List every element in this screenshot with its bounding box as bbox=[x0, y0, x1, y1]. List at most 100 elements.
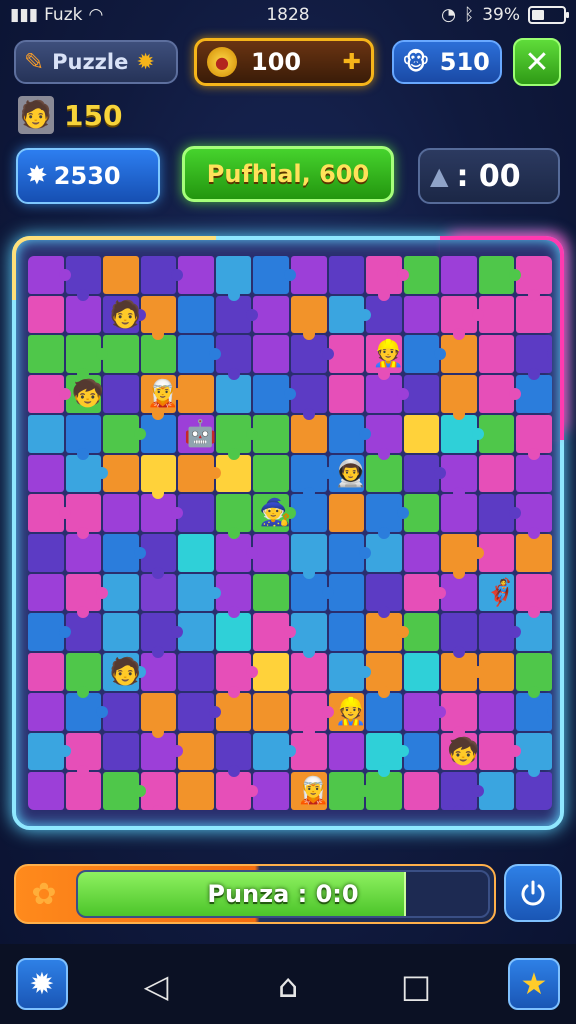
puzzle-piece[interactable] bbox=[253, 613, 296, 652]
puzzle-piece[interactable] bbox=[441, 295, 484, 341]
puzzle-piece[interactable] bbox=[441, 534, 484, 579]
puzzle-piece[interactable] bbox=[403, 772, 440, 810]
puzzle-piece[interactable] bbox=[65, 295, 102, 334]
gems-counter[interactable]: 🐵 510 bbox=[392, 40, 502, 84]
puzzle-piece[interactable] bbox=[366, 732, 409, 777]
puzzle-piece[interactable]: 👷 bbox=[328, 692, 367, 731]
mode-button[interactable]: Pufhial, 600 bbox=[182, 146, 394, 202]
puzzle-piece[interactable] bbox=[291, 335, 334, 374]
puzzle-piece[interactable] bbox=[516, 335, 552, 380]
puzzle-piece[interactable] bbox=[140, 295, 177, 341]
puzzle-piece[interactable] bbox=[215, 256, 252, 301]
puzzle-piece[interactable] bbox=[28, 732, 71, 771]
puzzle-piece[interactable] bbox=[403, 335, 446, 374]
puzzle-piece[interactable] bbox=[441, 494, 477, 532]
puzzle-piece[interactable] bbox=[178, 295, 214, 334]
puzzle-piece[interactable] bbox=[403, 692, 446, 731]
power-button[interactable] bbox=[504, 864, 562, 922]
puzzle-piece[interactable] bbox=[65, 613, 102, 652]
puzzle-piece[interactable] bbox=[215, 375, 252, 413]
puzzle-piece[interactable] bbox=[516, 454, 552, 493]
puzzle-piece[interactable] bbox=[178, 772, 214, 810]
puzzle-piece[interactable] bbox=[103, 732, 139, 771]
puzzle-piece[interactable] bbox=[65, 653, 102, 698]
puzzle-piece[interactable] bbox=[140, 414, 177, 453]
puzzle-piece[interactable] bbox=[140, 573, 177, 612]
puzzle-piece[interactable] bbox=[403, 494, 440, 532]
puzzle-board[interactable]: 🧑 👷 🧒 🧝 🤖 👨‍🚀 🧙 🦸 🧑 👷 🧒 🧝 bbox=[28, 256, 552, 810]
puzzle-piece[interactable] bbox=[28, 375, 71, 413]
puzzle-piece[interactable] bbox=[28, 653, 64, 691]
puzzle-piece[interactable] bbox=[253, 653, 289, 691]
puzzle-piece[interactable] bbox=[478, 335, 515, 374]
puzzle-piece[interactable] bbox=[291, 613, 327, 658]
puzzle-piece[interactable] bbox=[140, 772, 177, 810]
puzzle-piece[interactable] bbox=[328, 375, 365, 413]
puzzle-piece[interactable] bbox=[516, 295, 552, 334]
puzzle-piece[interactable] bbox=[478, 375, 521, 413]
puzzle-piece[interactable]: 🧑 bbox=[103, 295, 146, 334]
puzzle-piece[interactable] bbox=[328, 613, 365, 652]
puzzle-piece[interactable] bbox=[28, 573, 64, 612]
puzzle-piece[interactable] bbox=[253, 295, 289, 334]
puzzle-piece[interactable] bbox=[28, 613, 71, 652]
puzzle-piece[interactable] bbox=[441, 256, 477, 294]
puzzle-piece[interactable] bbox=[178, 256, 214, 294]
puzzle-piece[interactable] bbox=[291, 534, 327, 579]
puzzle-piece[interactable] bbox=[65, 494, 102, 539]
puzzle-piece[interactable] bbox=[366, 534, 402, 572]
puzzle-piece[interactable] bbox=[366, 613, 409, 652]
puzzle-piece[interactable] bbox=[403, 414, 440, 453]
puzzle-piece[interactable] bbox=[291, 692, 334, 738]
puzzle-piece[interactable]: 🤖 bbox=[178, 414, 217, 453]
coins-counter[interactable]: ● 100 ✚ bbox=[194, 38, 374, 86]
puzzle-piece[interactable] bbox=[103, 494, 139, 532]
puzzle-piece[interactable] bbox=[328, 335, 365, 374]
settings-button[interactable]: ✹ bbox=[16, 958, 68, 1010]
puzzle-piece[interactable] bbox=[178, 534, 214, 572]
puzzle-piece[interactable] bbox=[366, 256, 409, 301]
puzzle-piece[interactable] bbox=[178, 375, 214, 413]
puzzle-piece[interactable] bbox=[103, 375, 139, 413]
puzzle-piece[interactable] bbox=[28, 772, 64, 810]
puzzle-piece[interactable] bbox=[140, 256, 183, 294]
puzzle-piece[interactable]: 🧝 bbox=[140, 375, 183, 420]
puzzle-piece[interactable] bbox=[516, 613, 552, 652]
puzzle-piece[interactable] bbox=[253, 335, 289, 374]
puzzle-piece[interactable] bbox=[103, 454, 139, 493]
puzzle-piece[interactable] bbox=[291, 375, 327, 420]
puzzle-piece[interactable] bbox=[516, 414, 552, 460]
puzzle-piece[interactable] bbox=[103, 772, 146, 810]
puzzle-piece[interactable] bbox=[215, 732, 252, 777]
puzzle-piece[interactable] bbox=[478, 414, 515, 453]
puzzle-piece[interactable] bbox=[178, 692, 221, 731]
puzzle-piece[interactable]: 🧑 bbox=[103, 653, 146, 691]
puzzle-piece[interactable] bbox=[253, 772, 289, 810]
score-badge[interactable]: ✸ 2530 bbox=[16, 148, 160, 204]
puzzle-piece[interactable] bbox=[140, 494, 183, 532]
puzzle-piece[interactable] bbox=[291, 295, 327, 341]
puzzle-piece[interactable] bbox=[140, 732, 183, 771]
puzzle-piece[interactable] bbox=[478, 256, 521, 294]
puzzle-piece[interactable] bbox=[215, 534, 258, 572]
puzzle-piece[interactable] bbox=[103, 256, 139, 294]
puzzle-piece[interactable] bbox=[478, 454, 515, 493]
puzzle-piece[interactable] bbox=[441, 454, 477, 499]
puzzle-piece[interactable] bbox=[478, 494, 521, 532]
puzzle-piece[interactable] bbox=[65, 573, 108, 619]
puzzle-piece[interactable] bbox=[140, 692, 177, 738]
puzzle-piece[interactable] bbox=[28, 692, 64, 731]
puzzle-menu-button[interactable]: ✎ Puzzle ✹ bbox=[14, 40, 178, 84]
puzzle-piece[interactable] bbox=[366, 494, 409, 539]
puzzle-piece[interactable] bbox=[516, 534, 552, 572]
puzzle-piece[interactable] bbox=[215, 653, 258, 698]
puzzle-piece[interactable] bbox=[253, 256, 296, 294]
puzzle-piece[interactable] bbox=[366, 692, 402, 731]
puzzle-piece[interactable] bbox=[441, 375, 477, 420]
puzzle-piece[interactable] bbox=[328, 772, 371, 810]
puzzle-piece[interactable] bbox=[65, 256, 102, 301]
puzzle-piece[interactable] bbox=[291, 573, 334, 612]
puzzle-piece[interactable] bbox=[441, 335, 477, 374]
puzzle-piece[interactable] bbox=[291, 653, 327, 691]
puzzle-piece[interactable] bbox=[478, 534, 515, 572]
